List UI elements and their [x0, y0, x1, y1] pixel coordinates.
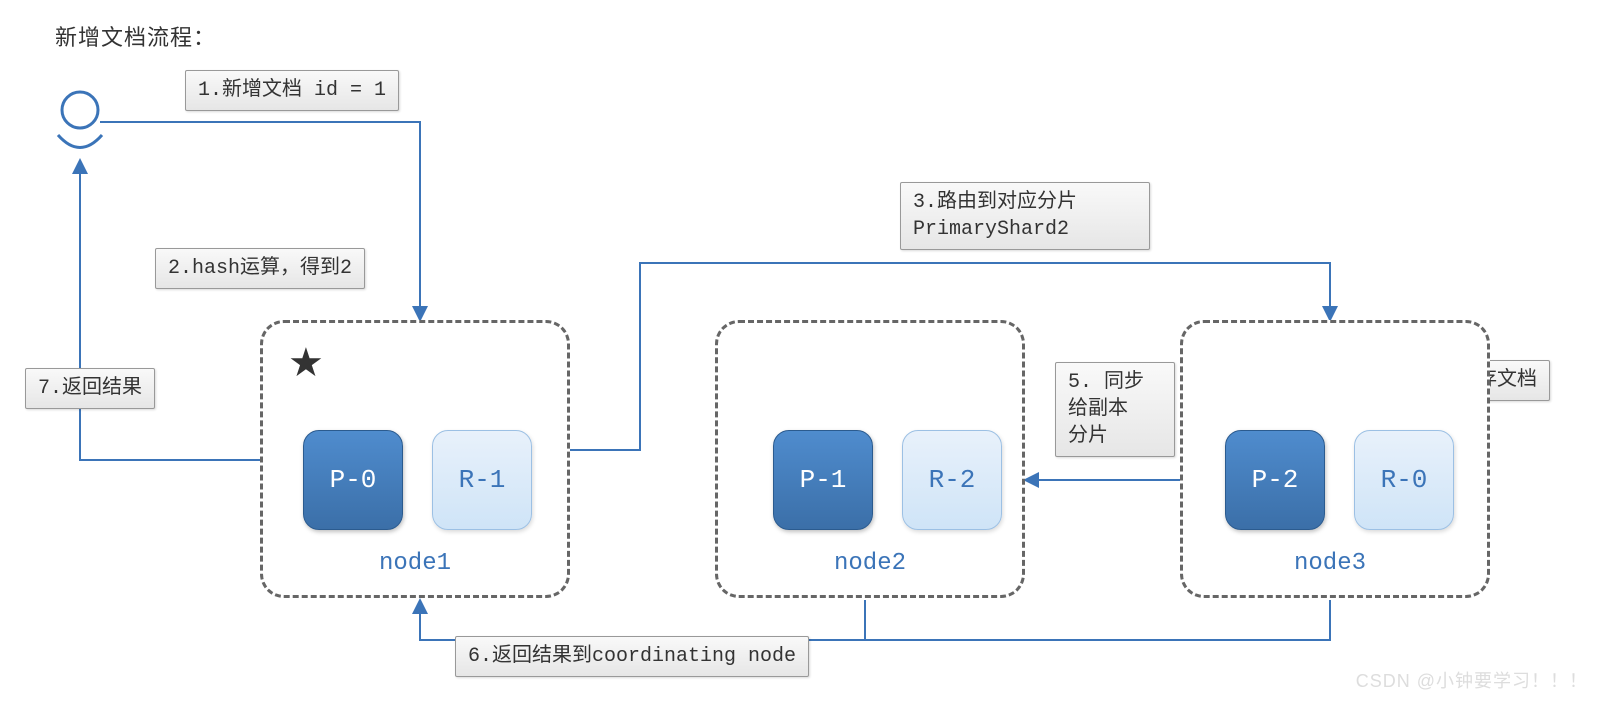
step-7-box: 7.返回结果 [25, 368, 155, 409]
step-5-box: 5. 同步 给副本 分片 [1055, 362, 1175, 457]
step-3-line1: 3.路由到对应分片 [913, 189, 1137, 216]
diagram-title: 新增文档流程： [55, 20, 216, 52]
master-star-icon: ★ [288, 343, 324, 383]
shard-p2: P-2 [1225, 430, 1325, 530]
shard-r1: R-1 [432, 430, 532, 530]
shard-r0: R-0 [1354, 430, 1454, 530]
step-5-line1: 5. 同步 [1068, 369, 1162, 396]
node2-label: node2 [815, 550, 925, 577]
shard-r2: R-2 [902, 430, 1002, 530]
step-5-line3: 分片 [1068, 423, 1162, 450]
node1-label: node1 [360, 550, 470, 577]
shard-p0: P-0 [303, 430, 403, 530]
shard-p1: P-1 [773, 430, 873, 530]
step-1-box: 1.新增文档 id = 1 [185, 70, 399, 111]
step-5-line2: 给副本 [1068, 396, 1162, 423]
step-3-line2: PrimaryShard2 [913, 216, 1137, 243]
step-2-box: 2.hash运算，得到2 [155, 248, 365, 289]
node3-label: node3 [1275, 550, 1385, 577]
watermark: CSDN @小钟要学习！！！ [1356, 667, 1588, 693]
step-6-box: 6.返回结果到coordinating node [455, 636, 809, 677]
step-3-box: 3.路由到对应分片 PrimaryShard2 [900, 182, 1150, 250]
